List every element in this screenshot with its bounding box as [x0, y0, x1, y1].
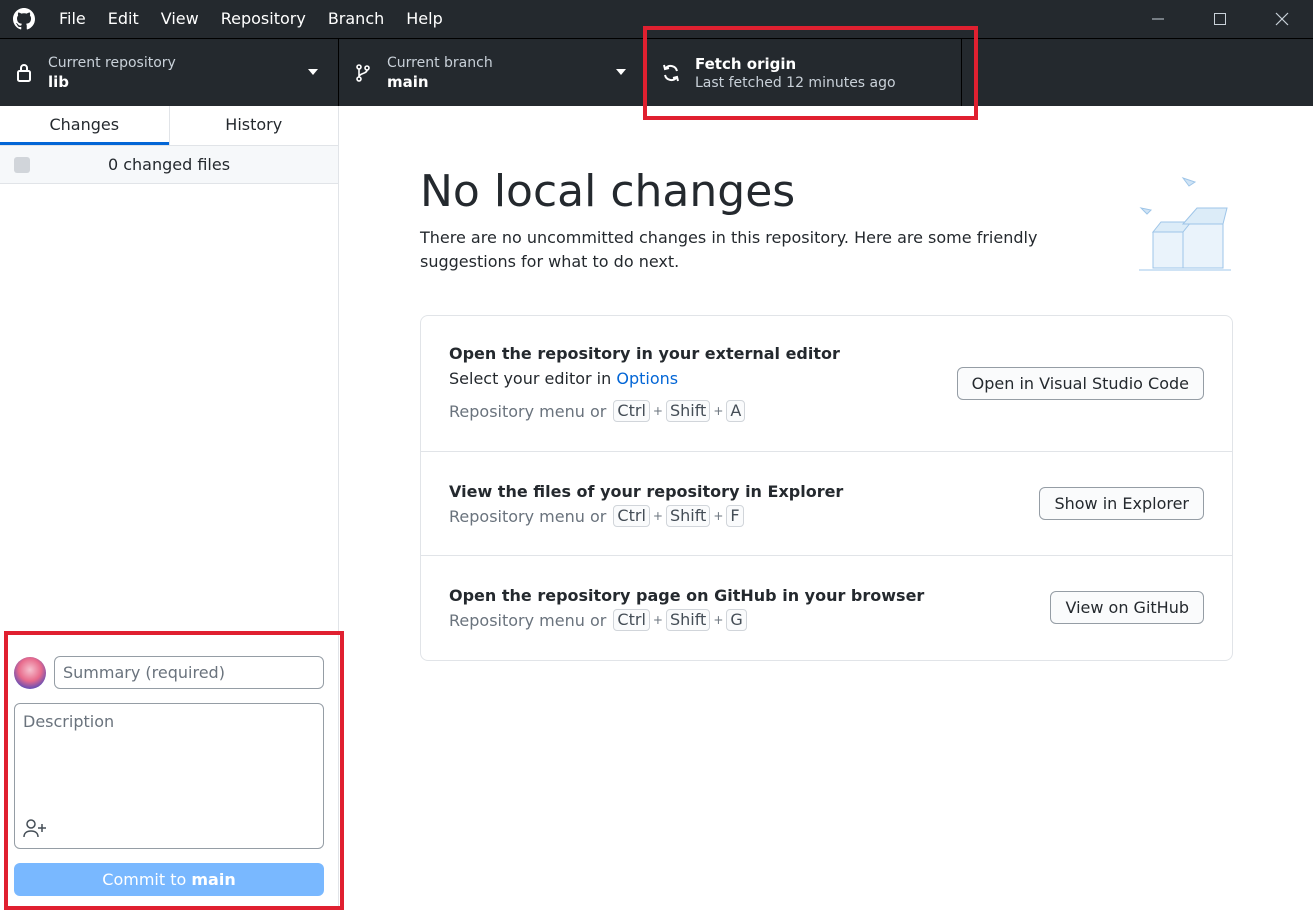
current-repository-dropdown[interactable]: Current repository lib — [0, 39, 339, 106]
key-shift: Shift — [665, 609, 711, 631]
fetch-origin-button[interactable]: Fetch origin Last fetched 12 minutes ago — [647, 39, 962, 106]
key-shift: Shift — [665, 400, 711, 422]
suggestion-show-explorer: View the files of your repository in Exp… — [421, 452, 1232, 556]
tab-history[interactable]: History — [168, 106, 339, 145]
select-all-checkbox[interactable] — [14, 157, 30, 173]
menu-branch[interactable]: Branch — [317, 0, 395, 38]
menu-edit[interactable]: Edit — [97, 0, 150, 38]
changes-sidebar: Changes History 0 changed files Summary … — [0, 106, 339, 910]
git-branch-icon — [339, 63, 387, 83]
keyboard-shortcut: Repository menu or Ctrl + Shift + A — [449, 400, 747, 422]
menu-repository[interactable]: Repository — [210, 0, 317, 38]
suggestion-title: Open the repository page on GitHub in yo… — [449, 586, 925, 605]
suggestion-title: Open the repository in your external edi… — [449, 344, 840, 363]
suggestions-card: Open the repository in your external edi… — [420, 315, 1233, 661]
close-button[interactable] — [1251, 0, 1313, 38]
shortcut-text: Repository menu or — [449, 401, 607, 421]
menu-view[interactable]: View — [150, 0, 210, 38]
shortcut-text: Repository menu or — [449, 506, 607, 526]
suggestion-editor-line: Select your editor in Options — [449, 369, 678, 388]
close-icon — [1275, 12, 1289, 26]
key-ctrl: Ctrl — [613, 400, 650, 422]
fetch-origin-title: Fetch origin — [695, 54, 797, 73]
summary-input[interactable]: Summary (required) — [54, 656, 324, 689]
keyboard-shortcut: Repository menu or Ctrl + Shift + G — [449, 609, 749, 631]
add-coauthor-icon[interactable] — [23, 818, 47, 842]
toolbar: Current repository lib Current branch ma… — [0, 38, 1313, 106]
key-g: G — [726, 609, 747, 631]
empty-state-illustration — [1135, 172, 1235, 280]
commit-button-label: Commit to — [102, 870, 187, 889]
tab-changes[interactable]: Changes — [0, 106, 169, 145]
show-in-explorer-button[interactable]: Show in Explorer — [1039, 487, 1204, 520]
avatar — [14, 657, 46, 689]
description-placeholder: Description — [23, 712, 115, 731]
sync-icon — [647, 63, 695, 83]
open-in-vscode-button[interactable]: Open in Visual Studio Code — [956, 367, 1204, 400]
minimize-button[interactable] — [1127, 0, 1189, 38]
current-branch-label: Current branch — [387, 54, 493, 71]
editor-line-text: Select your editor in — [449, 369, 612, 388]
key-ctrl: Ctrl — [613, 609, 650, 631]
keyboard-shortcut: Repository menu or Ctrl + Shift + F — [449, 505, 746, 527]
key-shift: Shift — [665, 505, 711, 527]
description-field[interactable]: Description — [14, 703, 324, 849]
suggestion-view-github: Open the repository page on GitHub in yo… — [421, 556, 1232, 660]
current-branch-dropdown[interactable]: Current branch main — [339, 39, 647, 106]
github-logo-icon — [0, 0, 48, 38]
suggestion-open-editor: Open the repository in your external edi… — [421, 316, 1232, 452]
key-a: A — [726, 400, 746, 422]
page-title: No local changes — [420, 166, 796, 217]
last-fetched-text: Last fetched 12 minutes ago — [695, 74, 896, 91]
commit-form: Summary (required) Description Commit to… — [0, 634, 339, 910]
main-content: No local changes There are no uncommitte… — [340, 106, 1313, 910]
lock-icon — [0, 63, 48, 83]
changes-header: 0 changed files — [0, 146, 338, 184]
menu-bar: File Edit View Repository Branch Help — [48, 0, 454, 38]
key-ctrl: Ctrl — [613, 505, 650, 527]
options-link[interactable]: Options — [616, 369, 678, 388]
view-on-github-button[interactable]: View on GitHub — [1050, 591, 1204, 624]
window-controls — [1127, 0, 1313, 38]
current-repository-name: lib — [48, 72, 70, 91]
title-bar: File Edit View Repository Branch Help — [0, 0, 1313, 38]
menu-help[interactable]: Help — [395, 0, 453, 38]
key-f: F — [726, 505, 744, 527]
commit-button[interactable]: Commit to main — [14, 863, 324, 896]
shortcut-text: Repository menu or — [449, 610, 607, 630]
commit-button-branch: main — [191, 870, 236, 889]
minimize-icon — [1152, 18, 1164, 20]
sidebar-tabs: Changes History — [0, 106, 338, 146]
current-repository-label: Current repository — [48, 54, 176, 71]
suggestion-title: View the files of your repository in Exp… — [449, 482, 844, 501]
maximize-button[interactable] — [1189, 0, 1251, 38]
chevron-down-icon — [616, 69, 626, 75]
maximize-icon — [1214, 13, 1226, 25]
current-branch-name: main — [387, 72, 429, 91]
menu-file[interactable]: File — [48, 0, 97, 38]
changed-files-count: 0 changed files — [107, 155, 231, 174]
chevron-down-icon — [308, 69, 318, 75]
page-description: There are no uncommitted changes in this… — [420, 228, 1038, 271]
